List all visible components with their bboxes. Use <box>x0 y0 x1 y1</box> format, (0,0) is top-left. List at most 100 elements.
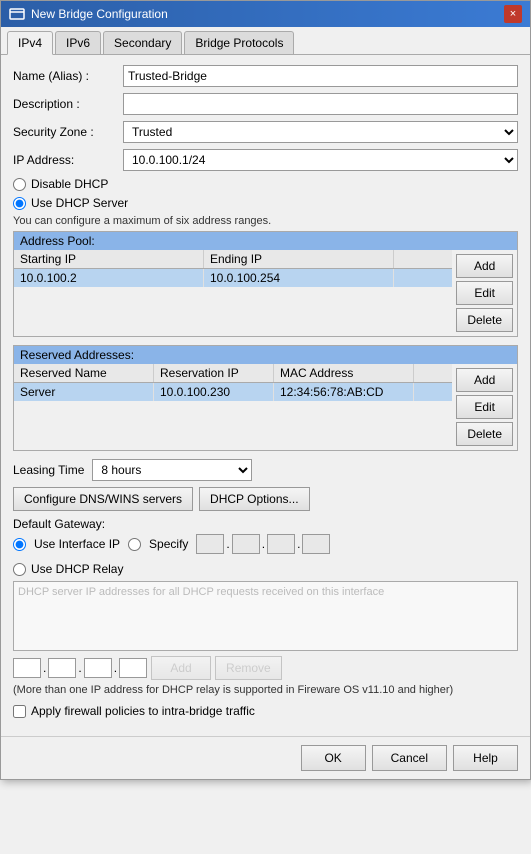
config-info: You can configure a maximum of six addre… <box>13 215 518 227</box>
mac-address-cell: 12:34:56:78:AB:CD <box>274 383 414 401</box>
gateway-ip-fields: . . . <box>196 534 330 554</box>
security-zone-select[interactable]: Trusted Optional External Custom <box>123 121 518 143</box>
default-gateway-row: Default Gateway: Use Interface IP Specif… <box>13 517 518 554</box>
window-title: New Bridge Configuration <box>31 7 168 21</box>
relay-dot-3: . <box>114 661 117 675</box>
address-pool-add-button[interactable]: Add <box>456 254 513 278</box>
reserved-addresses-body: Server 10.0.100.230 12:34:56:78:AB:CD <box>14 383 452 443</box>
relay-ip-2[interactable] <box>48 658 76 678</box>
relay-note: (More than one IP address for DHCP relay… <box>13 684 518 696</box>
leasing-time-select[interactable]: 8 hours 1 hour 12 hours 24 hours <box>92 459 252 481</box>
address-pool-delete-button[interactable]: Delete <box>456 308 513 332</box>
tab-secondary[interactable]: Secondary <box>103 31 182 54</box>
use-dhcp-server-row: Use DHCP Server <box>13 196 518 210</box>
main-window: New Bridge Configuration × IPv4 IPv6 Sec… <box>0 0 531 780</box>
security-zone-label: Security Zone : <box>13 125 123 139</box>
use-dhcp-relay-radio[interactable] <box>13 563 26 576</box>
description-label: Description : <box>13 97 123 111</box>
relay-ip-group: . . . <box>13 658 147 678</box>
relay-remove-button[interactable]: Remove <box>215 656 282 680</box>
ip-dot-3: . <box>297 537 300 551</box>
disable-dhcp-row: Disable DHCP <box>13 177 518 191</box>
specify-radio[interactable] <box>128 538 141 551</box>
ip-dot-2: . <box>262 537 265 551</box>
starting-ip-cell: 10.0.100.2 <box>14 269 204 287</box>
use-interface-ip-label: Use Interface IP <box>34 537 120 551</box>
use-dhcp-server-label: Use DHCP Server <box>31 196 128 210</box>
window-icon <box>9 6 25 22</box>
relay-dot-1: . <box>43 661 46 675</box>
relay-textarea: DHCP server IP addresses for all DHCP re… <box>13 581 518 651</box>
tabs-bar: IPv4 IPv6 Secondary Bridge Protocols <box>1 27 530 55</box>
description-input[interactable] <box>123 93 518 115</box>
configure-dns-button[interactable]: Configure DNS/WINS servers <box>13 487 193 511</box>
reserved-addresses-buttons: Add Edit Delete <box>452 364 517 450</box>
use-dhcp-server-radio[interactable] <box>13 197 26 210</box>
relay-input-row: . . . Add Remove <box>13 656 518 680</box>
tab-ipv4[interactable]: IPv4 <box>7 31 53 55</box>
ip-address-row: IP Address: 10.0.100.1/24 <box>13 149 518 171</box>
gateway-ip-4[interactable] <box>302 534 330 554</box>
apply-firewall-checkbox[interactable] <box>13 705 26 718</box>
tab-content: Name (Alias) : Description : Security Zo… <box>1 55 530 736</box>
title-bar: New Bridge Configuration × <box>1 1 530 27</box>
name-row: Name (Alias) : <box>13 65 518 87</box>
reserved-addresses-table-area: Reserved Name Reservation IP MAC Address… <box>14 364 517 450</box>
relay-ip-1[interactable] <box>13 658 41 678</box>
reserved-delete-button[interactable]: Delete <box>456 422 513 446</box>
tab-ipv6[interactable]: IPv6 <box>55 31 101 54</box>
ip-address-label: IP Address: <box>13 153 123 167</box>
reserved-addresses-header: Reserved Addresses: <box>14 346 517 364</box>
col-starting-ip-header: Starting IP <box>14 250 204 268</box>
disable-dhcp-radio[interactable] <box>13 178 26 191</box>
address-pool-table-area: Starting IP Ending IP 10.0.100.2 10.0.10… <box>14 250 517 336</box>
reserved-header-row: Reserved Name Reservation IP MAC Address <box>14 364 452 383</box>
gateway-ip-1[interactable] <box>196 534 224 554</box>
ending-ip-cell: 10.0.100.254 <box>204 269 394 287</box>
specify-label: Specify <box>149 537 188 551</box>
ok-button[interactable]: OK <box>301 745 366 771</box>
ip-address-select[interactable]: 10.0.100.1/24 <box>123 149 518 171</box>
close-button[interactable]: × <box>504 5 522 23</box>
reserved-name-cell: Server <box>14 383 154 401</box>
name-input[interactable] <box>123 65 518 87</box>
address-pool-header: Address Pool: <box>14 232 517 250</box>
reserved-edit-button[interactable]: Edit <box>456 395 513 419</box>
gateway-ip-2[interactable] <box>232 534 260 554</box>
disable-dhcp-label: Disable DHCP <box>31 177 108 191</box>
leasing-time-label: Leasing Time <box>13 463 84 477</box>
address-pool-section: Address Pool: Starting IP Ending IP 10.0… <box>13 231 518 337</box>
relay-ip-3[interactable] <box>84 658 112 678</box>
address-pool-table: Starting IP Ending IP 10.0.100.2 10.0.10… <box>14 250 452 336</box>
reserved-add-button[interactable]: Add <box>456 368 513 392</box>
col-reserved-name-header: Reserved Name <box>14 364 154 382</box>
address-pool-row[interactable]: 10.0.100.2 10.0.100.254 <box>14 269 452 287</box>
name-label: Name (Alias) : <box>13 69 123 83</box>
dns-dhcp-row: Configure DNS/WINS servers DHCP Options.… <box>13 487 518 511</box>
use-interface-ip-radio[interactable] <box>13 538 26 551</box>
relay-dot-2: . <box>78 661 81 675</box>
address-pool-edit-button[interactable]: Edit <box>456 281 513 305</box>
use-dhcp-relay-label: Use DHCP Relay <box>31 562 123 576</box>
apply-firewall-label: Apply firewall policies to intra-bridge … <box>31 704 255 718</box>
col-mac-address-header: MAC Address <box>274 364 414 382</box>
col-reservation-ip-header: Reservation IP <box>154 364 274 382</box>
bottom-bar: OK Cancel Help <box>1 736 530 779</box>
cancel-button[interactable]: Cancel <box>372 745 447 771</box>
gateway-options: Use Interface IP Specify . . . <box>13 534 518 554</box>
relay-ip-4[interactable] <box>119 658 147 678</box>
reservation-ip-cell: 10.0.100.230 <box>154 383 274 401</box>
description-row: Description : <box>13 93 518 115</box>
relay-add-button[interactable]: Add <box>151 656 211 680</box>
use-dhcp-relay-row: Use DHCP Relay <box>13 562 518 576</box>
col-ending-ip-header: Ending IP <box>204 250 394 268</box>
title-bar-left: New Bridge Configuration <box>9 6 168 22</box>
tab-bridge-protocols[interactable]: Bridge Protocols <box>184 31 294 54</box>
dhcp-options-button[interactable]: DHCP Options... <box>199 487 309 511</box>
reserved-row[interactable]: Server 10.0.100.230 12:34:56:78:AB:CD <box>14 383 452 401</box>
help-button[interactable]: Help <box>453 745 518 771</box>
ip-dot-1: . <box>226 537 229 551</box>
reserved-addresses-section: Reserved Addresses: Reserved Name Reserv… <box>13 345 518 451</box>
address-pool-body: 10.0.100.2 10.0.100.254 <box>14 269 452 329</box>
gateway-ip-3[interactable] <box>267 534 295 554</box>
